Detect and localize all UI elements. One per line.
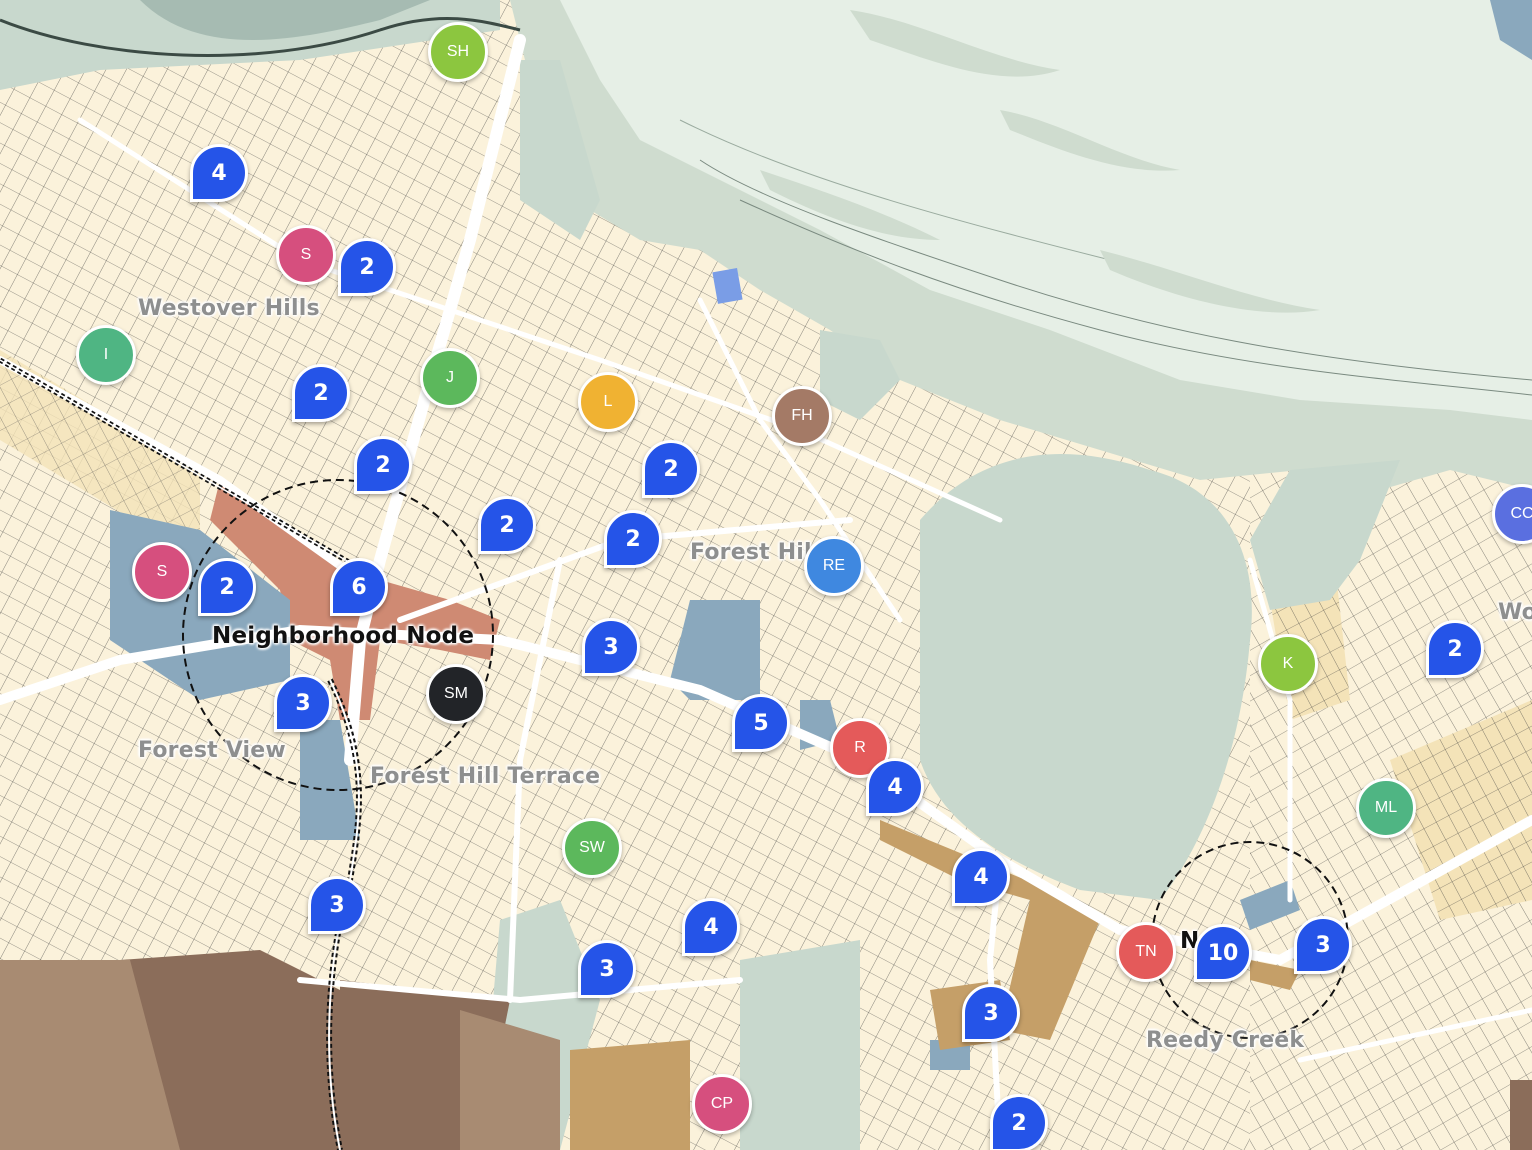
cluster-marker[interactable]: 3 xyxy=(582,618,640,676)
cluster-count: 2 xyxy=(375,452,391,478)
poi-marker[interactable]: J xyxy=(420,348,480,408)
cluster-count: 2 xyxy=(313,380,329,406)
poi-label: J xyxy=(446,369,454,386)
cluster-count: 2 xyxy=(1447,636,1463,662)
label-forest-hill: Forest Hil xyxy=(690,540,812,565)
poi-marker[interactable]: K xyxy=(1258,634,1318,694)
label-reedy-creek: Reedy Creek xyxy=(1146,1028,1305,1053)
cluster-count: 3 xyxy=(603,634,619,660)
cluster-marker[interactable]: 3 xyxy=(578,940,636,998)
poi-label: TN xyxy=(1135,943,1157,960)
cluster-count: 4 xyxy=(703,914,719,940)
label-wo-partial: Wo xyxy=(1498,600,1532,625)
cluster-count: 2 xyxy=(663,456,679,482)
cluster-count: 2 xyxy=(359,254,375,280)
cluster-marker[interactable]: 2 xyxy=(1426,620,1484,678)
cluster-marker[interactable]: 3 xyxy=(274,674,332,732)
poi-label: SM xyxy=(444,685,468,702)
cluster-marker[interactable]: 2 xyxy=(338,238,396,296)
poi-label: FH xyxy=(791,407,813,424)
cluster-marker[interactable]: 2 xyxy=(604,510,662,568)
cluster-marker[interactable]: 4 xyxy=(952,848,1010,906)
cluster-marker[interactable]: 4 xyxy=(190,144,248,202)
cluster-marker[interactable]: 2 xyxy=(478,496,536,554)
poi-label: K xyxy=(1282,655,1294,672)
poi-label: RE xyxy=(822,557,846,574)
poi-label: CC xyxy=(1510,505,1532,522)
cluster-marker[interactable]: 3 xyxy=(962,984,1020,1042)
cluster-marker[interactable]: 6 xyxy=(330,558,388,616)
cluster-count: 5 xyxy=(753,710,769,736)
poi-marker[interactable]: SM xyxy=(426,664,486,724)
poi-marker[interactable]: SW xyxy=(562,818,622,878)
cluster-count: 4 xyxy=(211,160,227,186)
poi-label: S xyxy=(300,246,312,263)
cluster-count: 3 xyxy=(1315,932,1331,958)
cluster-marker[interactable]: 3 xyxy=(308,876,366,934)
cluster-marker[interactable]: 4 xyxy=(682,898,740,956)
poi-marker[interactable]: I xyxy=(76,325,136,385)
poi-label: S xyxy=(156,563,168,580)
poi-marker[interactable]: L xyxy=(578,372,638,432)
cluster-count: 4 xyxy=(887,774,903,800)
cluster-count: 2 xyxy=(1011,1110,1027,1136)
poi-label: CP xyxy=(710,1095,734,1112)
poi-marker[interactable]: FH xyxy=(772,386,832,446)
poi-marker[interactable]: S xyxy=(132,542,192,602)
cluster-marker[interactable]: 2 xyxy=(990,1094,1048,1150)
cluster-count: 3 xyxy=(599,956,615,982)
poi-marker[interactable]: SH xyxy=(428,22,488,82)
label-forest-view: Forest View xyxy=(138,738,286,763)
poi-marker[interactable]: ML xyxy=(1356,778,1416,838)
map-canvas[interactable]: Westover Hills Forest Hil Neighborhood N… xyxy=(0,0,1532,1150)
cluster-count: 4 xyxy=(973,864,989,890)
cluster-count: 6 xyxy=(351,574,367,600)
cluster-count: 2 xyxy=(625,526,641,552)
poi-label: ML xyxy=(1374,799,1398,816)
poi-label: I xyxy=(103,346,109,363)
poi-label: SH xyxy=(446,43,470,60)
cluster-marker[interactable]: 3 xyxy=(1294,916,1352,974)
poi-marker[interactable]: TN xyxy=(1116,922,1176,982)
cluster-count: 2 xyxy=(219,574,235,600)
poi-marker[interactable]: CP xyxy=(692,1074,752,1134)
label-forest-hill-terrace: Forest Hill Terrace xyxy=(370,764,601,789)
cluster-marker[interactable]: 5 xyxy=(732,694,790,752)
cluster-marker[interactable]: 10 xyxy=(1194,924,1252,982)
poi-marker[interactable]: S xyxy=(276,225,336,285)
poi-label: R xyxy=(854,739,866,756)
cluster-count: 3 xyxy=(329,892,345,918)
cluster-marker[interactable]: 2 xyxy=(292,364,350,422)
cluster-marker[interactable]: 2 xyxy=(198,558,256,616)
poi-marker[interactable]: RE xyxy=(804,536,864,596)
label-neighborhood-node: Neighborhood Node xyxy=(212,623,475,649)
label-westover-hills: Westover Hills xyxy=(138,296,320,321)
cluster-marker[interactable]: 4 xyxy=(866,758,924,816)
cluster-count: 10 xyxy=(1207,940,1239,966)
poi-label: L xyxy=(603,393,613,410)
cluster-marker[interactable]: 2 xyxy=(642,440,700,498)
cluster-marker[interactable]: 2 xyxy=(354,436,412,494)
cluster-count: 3 xyxy=(295,690,311,716)
cluster-count: 3 xyxy=(983,1000,999,1026)
cluster-count: 2 xyxy=(499,512,515,538)
poi-label: SW xyxy=(579,839,605,856)
